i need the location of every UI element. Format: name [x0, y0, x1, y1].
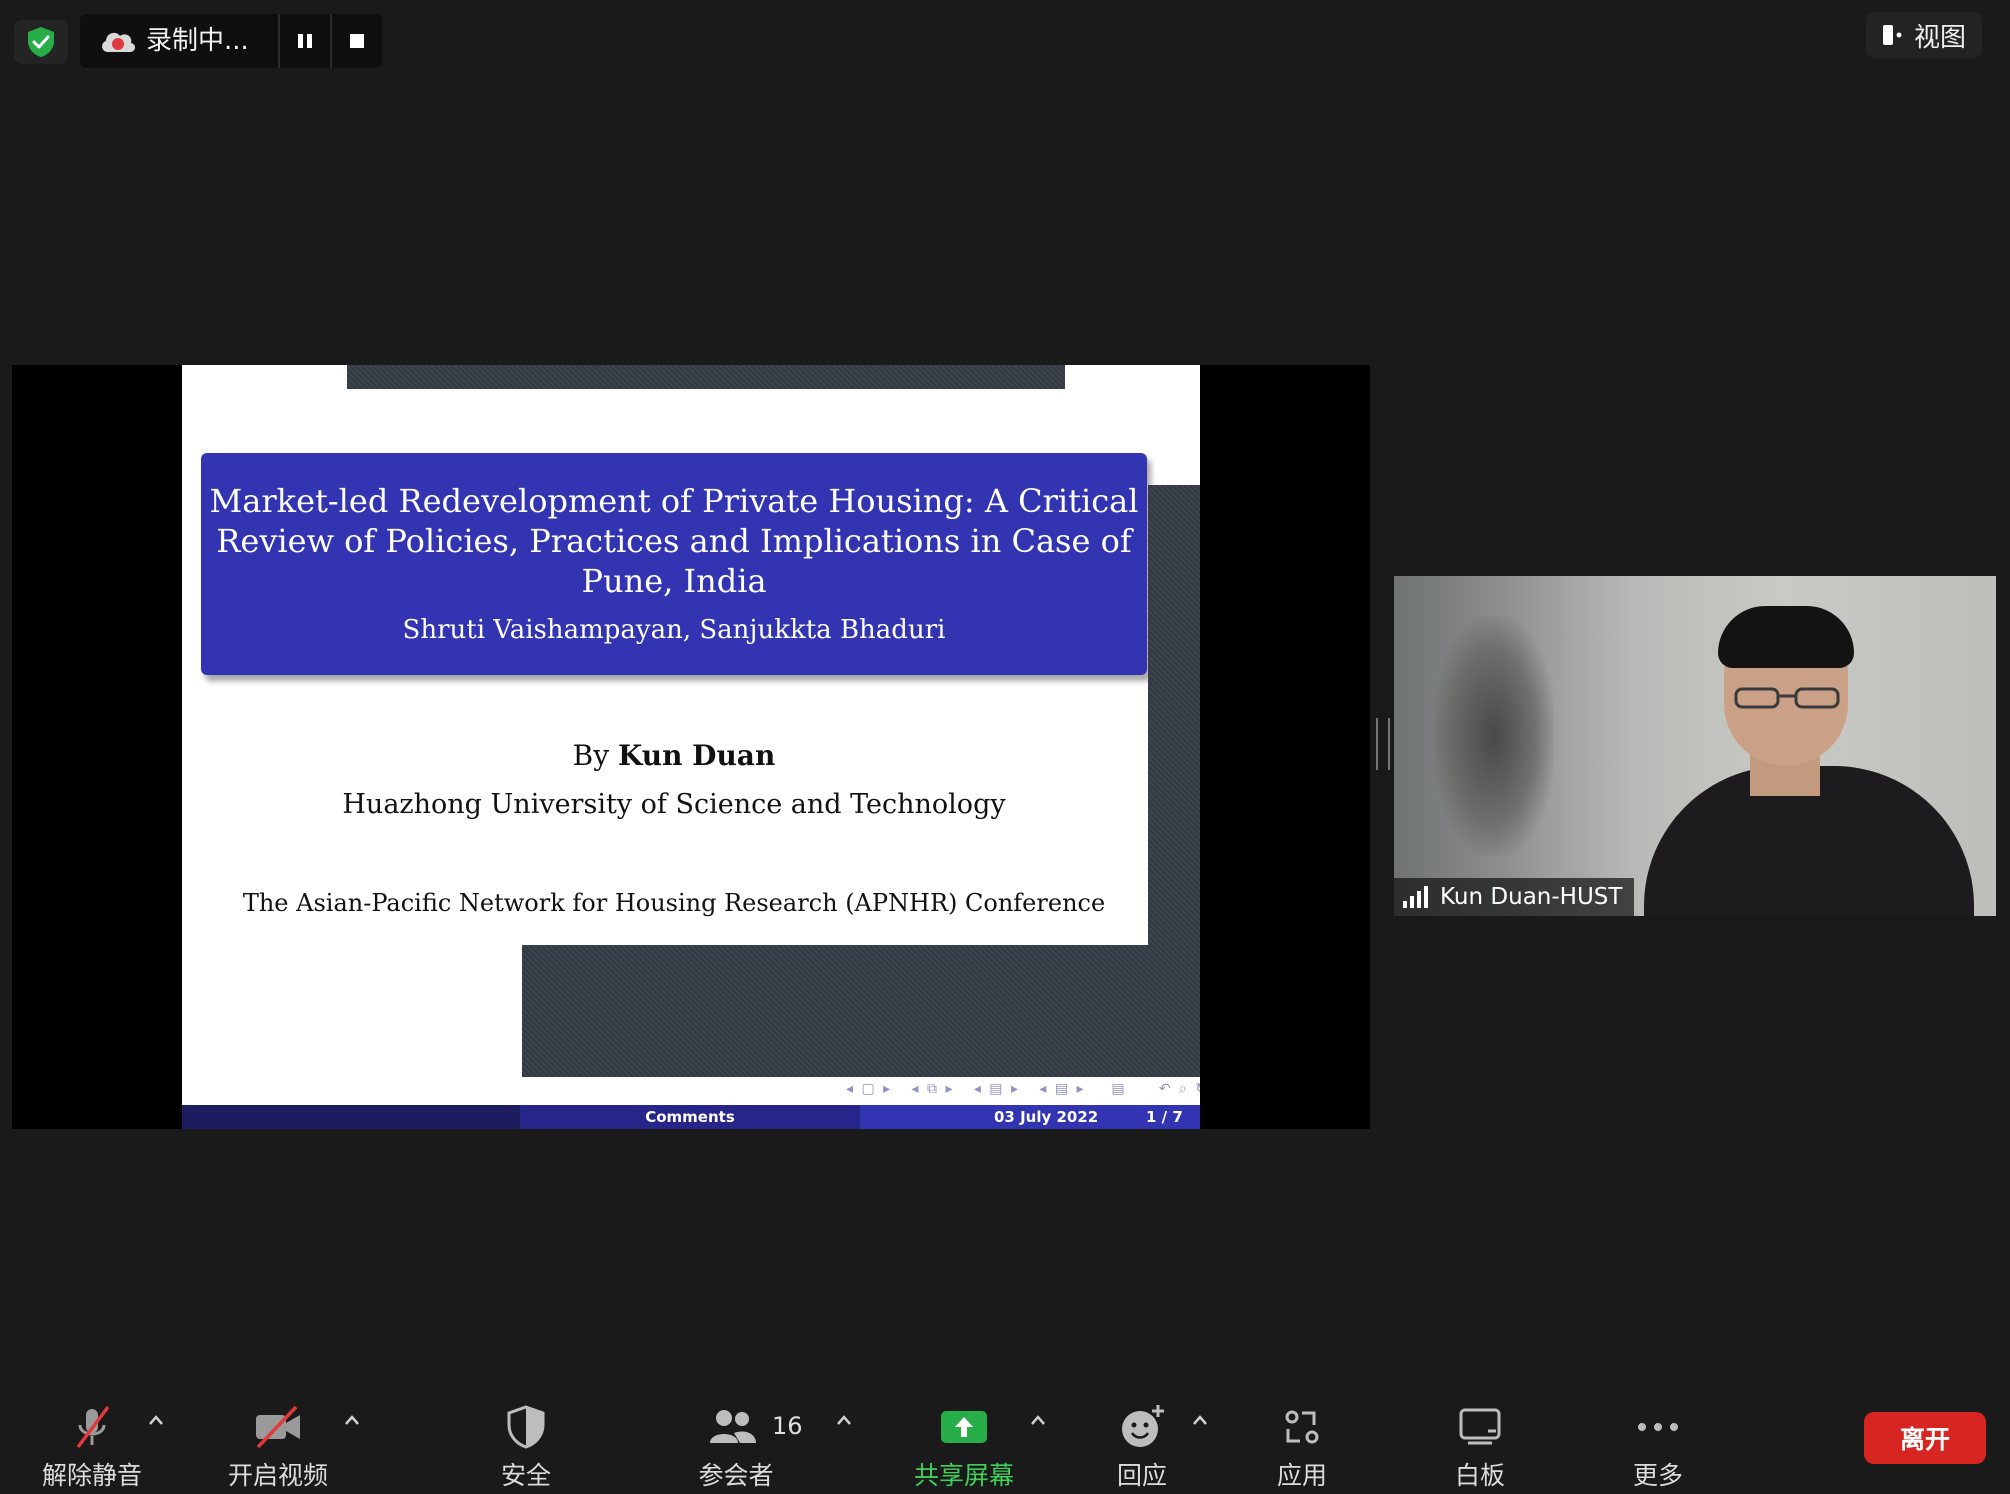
institution: Huazhong University of Science and Techn…	[342, 789, 1006, 820]
divider	[278, 14, 280, 68]
slide-page-number: 1 / 7	[1146, 1108, 1183, 1126]
slide-title-box: Market-led Redevelopment of Private Hous…	[201, 453, 1147, 675]
pause-recording-button[interactable]	[286, 22, 324, 60]
chevron-up-icon	[1031, 1415, 1045, 1425]
leave-button[interactable]: 离开	[1864, 1412, 1986, 1464]
apps-label: 应用	[1276, 1461, 1327, 1490]
conference-name: The Asian-Pacific Network for Housing Re…	[242, 889, 1106, 917]
beamer-navigation-icons: ◂ ▢ ▸ ◂ ⧉ ▸ ◂ ▤ ▸ ◂ ▤ ▸ ▤ ↶ ⌕ ↻	[846, 1081, 1200, 1097]
whiteboard-icon	[1410, 1402, 1550, 1452]
unmute-label: 解除静音	[41, 1461, 142, 1490]
slide-footer-left	[182, 1105, 520, 1129]
recording-status-text: 录制中...	[146, 26, 249, 56]
stop-recording-button[interactable]	[338, 22, 376, 60]
video-off-icon	[208, 1402, 348, 1452]
participants-label: 参会者	[698, 1461, 774, 1490]
start-video-label: 开启视频	[227, 1461, 328, 1490]
whiteboard-button[interactable]: 白板	[1410, 1402, 1550, 1490]
recording-control: 录制中...	[80, 14, 382, 68]
by-prefix: By	[572, 739, 610, 772]
video-options-caret[interactable]	[340, 1410, 364, 1430]
chevron-up-icon	[837, 1415, 851, 1425]
pause-icon	[298, 34, 312, 48]
presenter-name: Kun Duan	[617, 739, 776, 772]
participant-name-tag: Kun Duan-HUST	[1394, 878, 1635, 916]
start-video-button[interactable]: 开启视频	[208, 1402, 348, 1490]
security-label: 安全	[500, 1461, 551, 1490]
participant-video[interactable]: Kun Duan-HUST	[1394, 576, 1996, 916]
more-dots-icon	[1588, 1402, 1728, 1452]
share-screen-icon	[894, 1402, 1034, 1452]
chevron-up-icon	[149, 1415, 163, 1425]
resize-handle[interactable]	[1376, 718, 1390, 770]
slide-date: 03 July 2022	[994, 1108, 1099, 1126]
participant-name: Kun Duan-HUST	[1440, 884, 1623, 910]
slide-top-overlay	[347, 365, 1065, 389]
security-shield-icon	[456, 1402, 596, 1452]
shared-screen[interactable]: Market-led Redevelopment of Private Hous…	[12, 365, 1370, 1129]
share-screen-label: 共享屏幕	[913, 1461, 1014, 1490]
presentation-slide: Market-led Redevelopment of Private Hous…	[182, 365, 1200, 1129]
stop-icon	[350, 34, 364, 48]
participants-options-caret[interactable]	[832, 1410, 856, 1430]
cloud-recording-icon	[102, 32, 136, 52]
participant-count: 16	[772, 1412, 803, 1440]
background-shadow	[1434, 616, 1554, 856]
slide-footer-right: 03 July 2022 1 / 7	[860, 1105, 1200, 1129]
view-layout-icon	[1882, 25, 1902, 45]
reactions-label: 回应	[1116, 1461, 1167, 1490]
audio-options-caret[interactable]	[144, 1410, 168, 1430]
divider	[330, 14, 332, 68]
share-screen-button[interactable]: 共享屏幕	[894, 1402, 1034, 1490]
slide-bottom-overlay	[522, 945, 1200, 1077]
slide-footer-title: Comments	[520, 1105, 860, 1129]
apps-button[interactable]: 应用	[1232, 1402, 1372, 1490]
apps-icon	[1232, 1402, 1372, 1452]
muted-microphone-icon	[22, 1402, 162, 1452]
more-button[interactable]: 更多	[1588, 1402, 1728, 1490]
slide-authors: Shruti Vaishampayan, Sanjukkta Bhaduri	[402, 615, 946, 645]
encryption-shield-badge[interactable]	[14, 20, 68, 64]
chevron-up-icon	[345, 1415, 359, 1425]
signal-strength-icon	[1403, 886, 1428, 908]
whiteboard-label: 白板	[1454, 1461, 1505, 1490]
presenter-line: By Kun Duan	[182, 739, 1166, 772]
share-options-caret[interactable]	[1026, 1410, 1050, 1430]
security-button[interactable]: 安全	[456, 1402, 596, 1490]
meeting-toolbar: 解除静音 开启视频 安全 参会者 16 共享屏幕 回应 应用 白板 更多 离开	[0, 1372, 2010, 1494]
participant-hair	[1718, 606, 1854, 668]
chevron-up-icon	[1193, 1415, 1207, 1425]
unmute-button[interactable]: 解除静音	[22, 1402, 162, 1490]
glasses-graphic	[1734, 687, 1840, 709]
reactions-options-caret[interactable]	[1188, 1410, 1212, 1430]
slide-title: Market-led Redevelopment of Private Hous…	[209, 482, 1139, 600]
view-label: 视图	[1913, 22, 1966, 53]
view-button[interactable]: 视图	[1866, 12, 1982, 58]
shield-check-icon	[28, 27, 54, 57]
more-label: 更多	[1632, 1461, 1683, 1490]
